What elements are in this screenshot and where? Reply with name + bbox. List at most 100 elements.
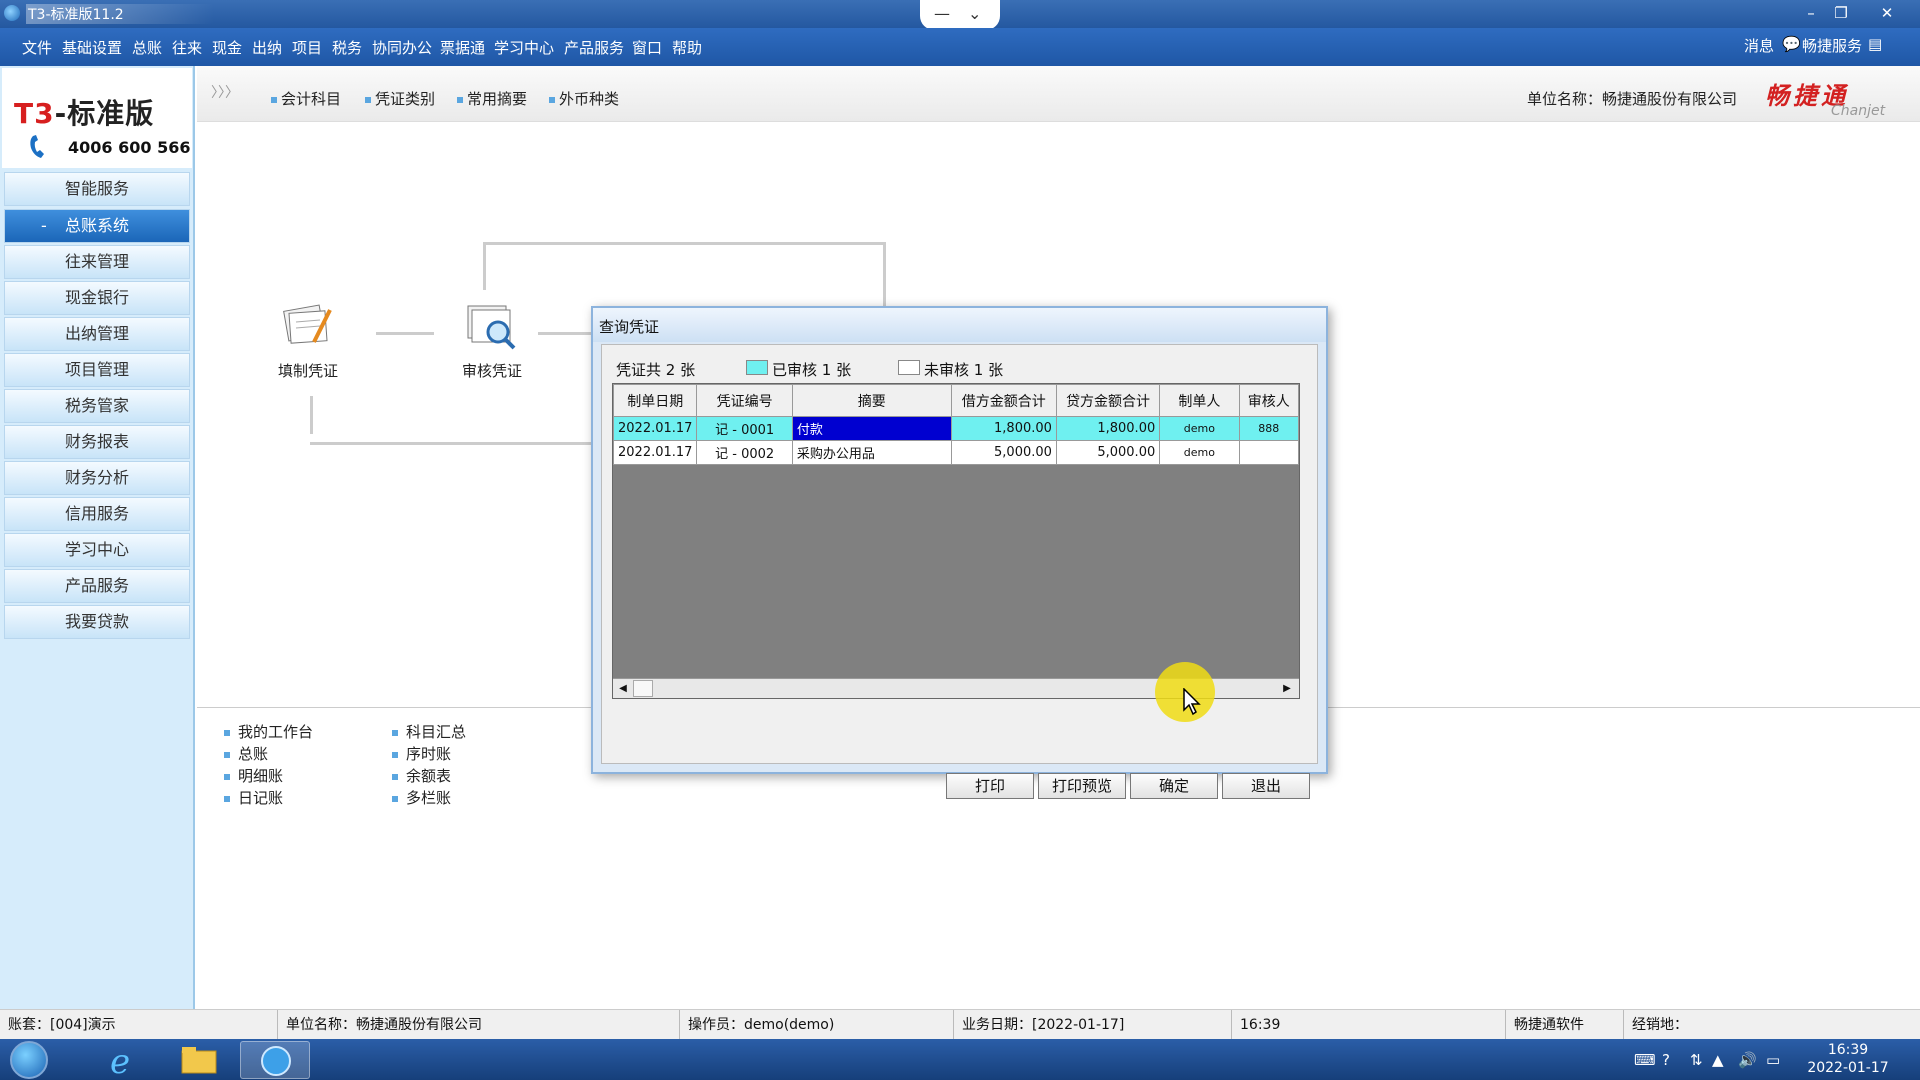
cell-credit[interactable]: 5,000.00 [1055, 440, 1161, 465]
cell-debit[interactable]: 5,000.00 [950, 440, 1057, 465]
link-common-summaries[interactable]: 常用摘要 [457, 88, 527, 109]
print-preview-button[interactable]: 打印预览 [1038, 773, 1126, 799]
service-link[interactable]: 畅捷服务 [1802, 35, 1862, 56]
sidebar-item-general-ledger[interactable]: - 总账系统 [4, 209, 190, 243]
sidebar-item-loan[interactable]: 我要贷款 [4, 605, 190, 639]
voucher-grid: 制单日期 凭证编号 摘要 借方金额合计 贷方金额合计 制单人 审核人 2022.… [612, 383, 1300, 699]
taskbar: e ⌨ ? ⇅ ▲ 🔊 ▭ 16:39 2022-01-17 [0, 1039, 1920, 1080]
col-summary[interactable]: 摘要 [791, 384, 952, 417]
cell-date[interactable]: 2022.01.17 [612, 416, 698, 441]
sidebar-item-reports[interactable]: 财务报表 [4, 425, 190, 459]
cell-auditor[interactable] [1238, 440, 1300, 465]
audit-voucher-label[interactable]: 审核凭证 [462, 360, 522, 381]
link-detail-ledger[interactable]: 明细账 [224, 765, 313, 787]
menu-help[interactable]: 帮助 [672, 37, 702, 58]
link-accounts[interactable]: 会计科目 [271, 88, 341, 109]
col-credit[interactable]: 贷方金额合计 [1055, 384, 1161, 417]
help-icon[interactable]: ? [1662, 1051, 1670, 1069]
menu-basic-settings[interactable]: 基础设置 [62, 37, 122, 58]
panel-icon[interactable]: ▤ [1868, 35, 1882, 53]
menu-transactions[interactable]: 往来 [172, 37, 202, 58]
fill-voucher-icon[interactable] [278, 300, 336, 352]
sidebar-item-products[interactable]: 产品服务 [4, 569, 190, 603]
sidebar-item-project[interactable]: 项目管理 [4, 353, 190, 387]
sidebar-item-cashier[interactable]: 出纳管理 [4, 317, 190, 351]
scroll-thumb[interactable] [633, 680, 653, 697]
scroll-left-icon[interactable]: ◀ [615, 681, 631, 697]
cell-maker[interactable]: demo [1159, 416, 1240, 441]
col-maker[interactable]: 制单人 [1159, 384, 1240, 417]
keyboard-icon[interactable]: ⌨ [1634, 1051, 1656, 1069]
exit-button[interactable]: 退出 [1222, 773, 1310, 799]
status-account: 账套：[004]演示 [0, 1010, 278, 1040]
menu-learning[interactable]: 学习中心 [494, 37, 554, 58]
dialog-title: 查询凭证 [593, 308, 1326, 342]
menu-product-service[interactable]: 产品服务 [564, 37, 624, 58]
chevron-down-icon[interactable]: ⌄ [968, 4, 981, 23]
sidebar-item-tax[interactable]: 税务管家 [4, 389, 190, 423]
fill-voucher-label[interactable]: 填制凭证 [278, 360, 338, 381]
center-tab[interactable]: — ⌄ [920, 0, 1000, 30]
sidebar-item-smart-service[interactable]: 智能服务 [4, 172, 190, 206]
cell-voucher-no[interactable]: 记 - 0002 [696, 440, 793, 465]
menu-file[interactable]: 文件 [22, 37, 52, 58]
menu-collab[interactable]: 协同办公 [372, 37, 432, 58]
link-account-summary[interactable]: 科目汇总 [392, 721, 466, 743]
folder-icon[interactable] [164, 1041, 234, 1079]
link-general-ledger[interactable]: 总账 [224, 743, 313, 765]
network-icon[interactable]: ⇅ [1690, 1051, 1703, 1069]
menu-cash[interactable]: 现金 [212, 37, 242, 58]
col-voucher-no[interactable]: 凭证编号 [696, 384, 793, 417]
col-auditor[interactable]: 审核人 [1238, 384, 1300, 417]
menu-general-ledger[interactable]: 总账 [132, 37, 162, 58]
cell-maker[interactable]: demo [1159, 440, 1240, 465]
col-date[interactable]: 制单日期 [612, 384, 698, 417]
print-button[interactable]: 打印 [946, 773, 1034, 799]
expand-icon[interactable]: 〉〉〉 [211, 82, 239, 102]
cell-summary[interactable]: 采购办公用品 [791, 440, 952, 465]
chat-icon[interactable]: 💬 [1782, 35, 1801, 53]
start-button[interactable] [10, 1041, 48, 1079]
cell-auditor[interactable]: 888 [1238, 416, 1300, 441]
sidebar-item-analysis[interactable]: 财务分析 [4, 461, 190, 495]
restore-button[interactable]: ❐ [1826, 2, 1856, 24]
volume-icon[interactable]: 🔊 [1738, 1051, 1757, 1069]
display-icon[interactable]: ▭ [1766, 1051, 1780, 1069]
link-chronological[interactable]: 序时账 [392, 743, 466, 765]
message-link[interactable]: 消息 [1744, 35, 1774, 56]
system-clock[interactable]: 16:39 2022-01-17 [1800, 1041, 1896, 1077]
link-my-workbench[interactable]: 我的工作台 [224, 721, 313, 743]
menu-cashier[interactable]: 出纳 [252, 37, 282, 58]
link-balance-sheet[interactable]: 余额表 [392, 765, 466, 787]
cell-debit[interactable]: 1,800.00 [950, 416, 1057, 441]
link-voucher-types[interactable]: 凭证类别 [365, 88, 435, 109]
collapse-icon[interactable]: — [934, 4, 950, 23]
audit-voucher-icon[interactable] [462, 300, 520, 352]
ok-button[interactable]: 确定 [1130, 773, 1218, 799]
minimize-button[interactable]: – [1796, 2, 1826, 24]
t3-app-icon[interactable] [240, 1041, 310, 1079]
close-button[interactable]: ✕ [1872, 2, 1902, 24]
status-operator: 操作员：demo(demo) [680, 1010, 954, 1040]
table-row[interactable]: 2022.01.17 记 - 0002 采购办公用品 5,000.00 5,00… [612, 440, 1300, 465]
scroll-right-icon[interactable]: ▶ [1279, 681, 1295, 697]
sidebar-item-learning[interactable]: 学习中心 [4, 533, 190, 567]
link-currencies[interactable]: 外币种类 [549, 88, 619, 109]
sidebar-item-ar-ap[interactable]: 往来管理 [4, 245, 190, 279]
link-journal[interactable]: 日记账 [224, 787, 313, 809]
cell-summary[interactable]: 付款 [791, 416, 952, 441]
cell-credit[interactable]: 1,800.00 [1055, 416, 1161, 441]
menu-window[interactable]: 窗口 [632, 37, 662, 58]
tray-expand-icon[interactable]: ▲ [1712, 1051, 1724, 1069]
menu-project[interactable]: 项目 [292, 37, 322, 58]
link-multi-column[interactable]: 多栏账 [392, 787, 466, 809]
cell-voucher-no[interactable]: 记 - 0001 [696, 416, 793, 441]
ie-icon[interactable]: e [90, 1041, 160, 1080]
menu-bills[interactable]: 票据通 [440, 37, 485, 58]
cell-date[interactable]: 2022.01.17 [612, 440, 698, 465]
menu-tax[interactable]: 税务 [332, 37, 362, 58]
col-debit[interactable]: 借方金额合计 [950, 384, 1057, 417]
sidebar-item-cash-bank[interactable]: 现金银行 [4, 281, 190, 315]
sidebar-item-credit[interactable]: 信用服务 [4, 497, 190, 531]
table-row[interactable]: 2022.01.17 记 - 0001 付款 1,800.00 1,800.00… [612, 416, 1300, 441]
